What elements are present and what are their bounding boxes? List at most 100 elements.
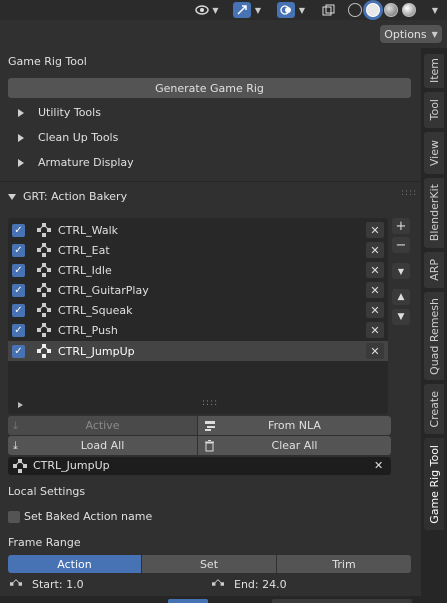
visibility-dropdown[interactable]: ▼ — [192, 1, 222, 19]
subpanel-clean-up-tools[interactable]: Clean Up Tools — [18, 131, 118, 144]
frame-field[interactable] — [272, 599, 412, 603]
action-icon — [37, 303, 51, 317]
filter-toggle-icon[interactable] — [18, 402, 23, 408]
action-list[interactable]: ✓ CTRL_Walk ✕ ✓ CTRL_Eat ✕ ✓ CTRL_Idle ✕… — [8, 218, 388, 414]
load-all-label: Load All — [80, 439, 125, 452]
clear-icon[interactable]: ✕ — [374, 459, 383, 472]
gizmo-icon — [232, 2, 251, 18]
tab-item[interactable]: Item — [424, 54, 444, 88]
mode-set-button[interactable]: Set — [142, 555, 276, 573]
remove-icon[interactable]: ✕ — [366, 242, 384, 258]
remove-icon[interactable]: ✕ — [366, 262, 384, 278]
tab-tool[interactable]: Tool — [424, 92, 444, 128]
expand-arrow-icon — [18, 158, 24, 167]
list-menu-button[interactable]: ▼ — [392, 263, 410, 279]
download-icon: ⤓ — [13, 418, 18, 432]
mode-trim-button[interactable]: Trim — [277, 555, 411, 573]
options-bar: Options ▼ — [0, 20, 447, 48]
start-frame-field[interactable]: Start: 1.0 — [8, 576, 208, 592]
list-item[interactable]: ✓ CTRL_Squeak ✕ — [8, 300, 388, 320]
viewport-header: ▼ ▼ ▼ ▼ — [0, 0, 447, 20]
remove-icon[interactable]: ✕ — [366, 343, 384, 359]
plus-icon: + — [395, 218, 407, 234]
tab-label: Tool — [427, 99, 441, 121]
solid-shading-icon[interactable] — [366, 3, 380, 17]
clear-all-button[interactable]: Clear All — [198, 436, 391, 455]
expand-arrow-icon — [18, 133, 24, 142]
add-action-button[interactable]: + — [392, 218, 410, 234]
tab-blenderkit[interactable]: BlenderKit — [424, 178, 444, 248]
remove-icon[interactable]: ✕ — [366, 302, 384, 318]
nla-icon — [205, 420, 215, 431]
resize-handle-icon[interactable]: :::: — [202, 398, 218, 408]
current-action-field[interactable]: CTRL_JumpUp ✕ — [8, 457, 391, 475]
list-item[interactable]: ✓ CTRL_Walk ✕ — [8, 220, 388, 240]
move-down-button[interactable]: ▼ — [392, 309, 410, 325]
checkbox[interactable]: ✓ — [12, 223, 25, 237]
from-nla-label: From NLA — [268, 419, 321, 432]
load-all-button[interactable]: ⤓ Load All — [8, 436, 197, 455]
remove-icon[interactable]: ✕ — [366, 222, 384, 238]
options-dropdown[interactable]: Options ▼ — [380, 25, 442, 43]
xray-icon — [322, 4, 334, 15]
xray-toggle[interactable] — [318, 1, 338, 19]
checkbox[interactable]: ✓ — [12, 344, 25, 358]
subpanel-label: Utility Tools — [38, 106, 101, 119]
bakery-header[interactable]: GRT: Action Bakery — [8, 190, 127, 203]
checkbox[interactable]: ✓ — [12, 243, 25, 257]
playback-control[interactable] — [168, 599, 208, 603]
chevron-down-icon: ▼ — [397, 266, 405, 276]
list-item[interactable]: ✓ CTRL_Push ✕ — [8, 320, 388, 340]
subpanel-utility-tools[interactable]: Utility Tools — [18, 106, 101, 119]
from-nla-button[interactable]: From NLA — [198, 416, 391, 435]
list-item[interactable]: ✓ CTRL_Eat ✕ — [8, 240, 388, 260]
import-icon: ⤓ — [13, 438, 18, 452]
options-label: Options — [384, 27, 427, 41]
gizmo-dropdown[interactable]: ▼ — [228, 1, 266, 19]
active-button[interactable]: ⤓ Active — [8, 416, 197, 435]
wireframe-shading-icon[interactable] — [348, 3, 362, 17]
rendered-shading-icon[interactable] — [402, 3, 416, 17]
minus-icon: − — [395, 237, 407, 253]
remove-action-button[interactable]: − — [392, 237, 410, 253]
tab-create[interactable]: Create — [424, 384, 444, 434]
timeline-header — [0, 596, 447, 603]
arrow-up-icon: ▲ — [397, 292, 405, 302]
overlays-dropdown[interactable]: ▼ — [272, 1, 310, 19]
tab-label: View — [427, 139, 441, 167]
remove-icon[interactable]: ✕ — [366, 282, 384, 298]
mode-action-button[interactable]: Action — [8, 555, 141, 573]
overlays-icon — [276, 2, 295, 18]
tab-label: ARP — [427, 259, 441, 281]
tab-view[interactable]: View — [424, 132, 444, 174]
mode-label: Trim — [332, 557, 356, 571]
tab-quad-remesh[interactable]: Quad Remesh — [424, 292, 444, 380]
checkbox[interactable]: ✓ — [12, 323, 25, 337]
action-icon — [37, 344, 51, 358]
tab-game-rig-tool[interactable]: Game Rig Tool — [424, 438, 444, 530]
list-item[interactable]: ✓ CTRL_JumpUp ✕ — [8, 341, 388, 361]
remove-icon[interactable]: ✕ — [366, 322, 384, 338]
material-shading-icon[interactable] — [384, 3, 398, 17]
checkbox-box[interactable] — [8, 510, 20, 523]
checkbox[interactable]: ✓ — [12, 303, 25, 317]
move-up-button[interactable]: ▲ — [392, 289, 410, 305]
action-icon — [13, 459, 27, 473]
end-frame-label: End: 24.0 — [234, 577, 287, 591]
generate-label: Generate Game Rig — [155, 81, 264, 95]
action-name: CTRL_GuitarPlay — [58, 283, 149, 297]
arrow-down-icon: ▼ — [397, 312, 405, 322]
subpanel-armature-display[interactable]: Armature Display — [18, 156, 134, 169]
tab-arp[interactable]: ARP — [424, 252, 444, 288]
checkbox[interactable]: ✓ — [12, 283, 25, 297]
list-item[interactable]: ✓ CTRL_Idle ✕ — [8, 260, 388, 280]
set-baked-action-name-checkbox[interactable]: Set Baked Action name — [8, 510, 152, 523]
chevron-down-icon: ▼ — [212, 5, 219, 15]
shading-dropdown[interactable]: ▼ — [426, 1, 444, 19]
shading-modes[interactable] — [342, 1, 422, 19]
drag-handle-icon[interactable]: :::: — [401, 188, 417, 198]
end-frame-field[interactable]: End: 24.0 — [210, 576, 410, 592]
generate-game-rig-button[interactable]: Generate Game Rig — [8, 78, 411, 98]
list-item[interactable]: ✓ CTRL_GuitarPlay ✕ — [8, 280, 388, 300]
checkbox[interactable]: ✓ — [12, 263, 25, 277]
